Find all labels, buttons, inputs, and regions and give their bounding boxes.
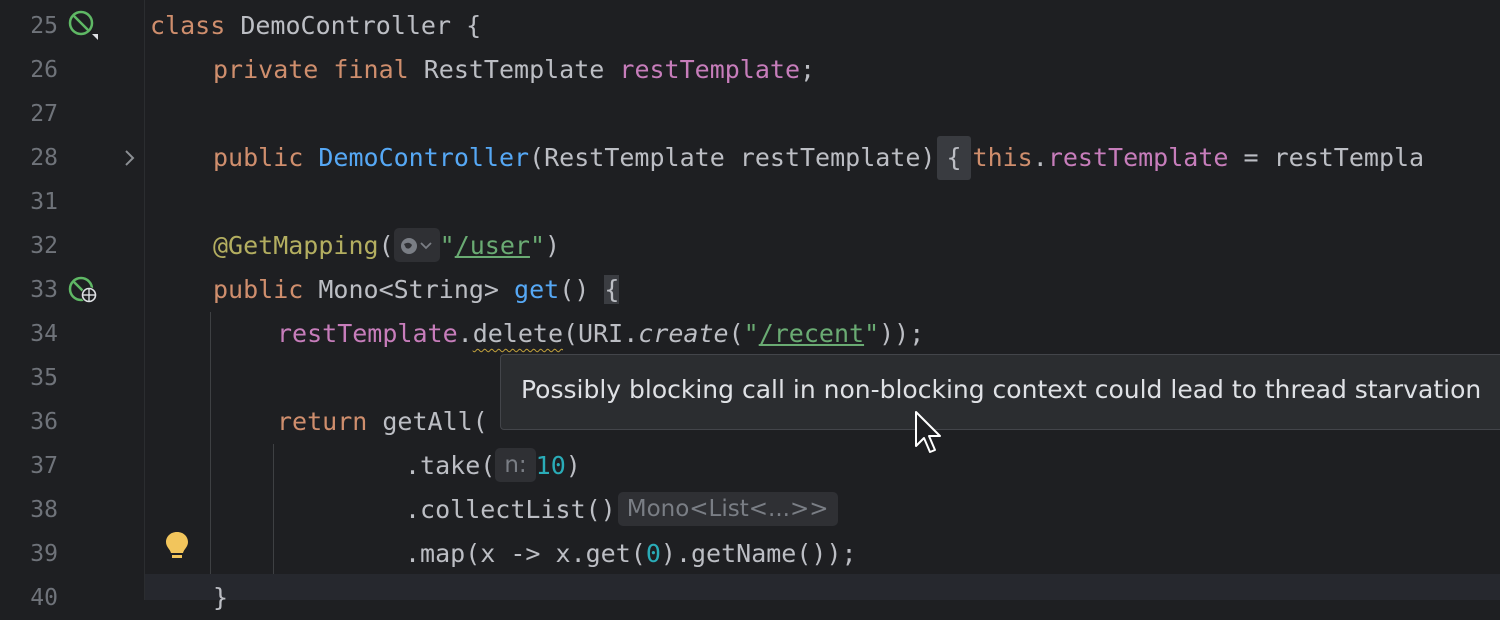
- paren: (: [728, 319, 744, 348]
- class-name: DemoController {: [240, 11, 482, 40]
- line-number: 32: [30, 233, 58, 259]
- code-line-39[interactable]: .map(x -> x.get(0).getName());: [405, 532, 857, 576]
- line-number: 27: [30, 101, 58, 127]
- paren: (: [378, 231, 394, 260]
- line-number: 37: [30, 453, 58, 479]
- line-number: 34: [30, 321, 58, 347]
- keyword: private final: [213, 55, 424, 84]
- code-line-33[interactable]: public Mono<String> get() {: [213, 268, 620, 312]
- tooltip-message: Possibly blocking call in non-blocking c…: [521, 375, 1482, 404]
- line-number: 28: [30, 145, 58, 171]
- annotation: @GetMapping: [213, 231, 379, 260]
- line-number: 31: [30, 189, 58, 215]
- semicolon: ;: [800, 55, 816, 84]
- line-number: 40: [30, 585, 58, 611]
- quote: ": [864, 319, 880, 348]
- quote: ": [743, 319, 759, 348]
- call-text: (URI.: [563, 319, 639, 348]
- code-line-32[interactable]: @GetMapping( "/user"): [213, 224, 560, 268]
- intention-bulb-icon[interactable]: [164, 530, 190, 564]
- quote: ": [439, 231, 455, 260]
- keyword: public: [213, 275, 319, 304]
- line-number: 25: [30, 13, 58, 39]
- line-number: 39: [30, 541, 58, 567]
- params: (RestTemplate restTemplate): [529, 143, 936, 172]
- field-name: restTemplate: [1047, 143, 1229, 172]
- type-hint[interactable]: Mono<List<...>>: [617, 492, 838, 526]
- dot: .: [457, 319, 473, 348]
- url-path-link[interactable]: /recent: [759, 319, 864, 348]
- method-call: .map(x -> x.get(: [405, 539, 646, 568]
- url-path-link[interactable]: /user: [455, 231, 530, 260]
- number-literal: 0: [645, 539, 661, 568]
- indent-guide: [273, 444, 274, 574]
- code-line-28[interactable]: public DemoController(RestTemplate restT…: [213, 136, 1424, 180]
- code-line-26[interactable]: private final RestTemplate restTemplate;: [213, 48, 815, 92]
- web-endpoint-icon[interactable]: [68, 276, 102, 306]
- code-line-25[interactable]: class DemoController {: [150, 4, 481, 48]
- line-number: 38: [30, 497, 58, 523]
- code-line-40[interactable]: }: [213, 576, 228, 620]
- method-name: get: [514, 275, 560, 304]
- string-literal: "/user": [440, 231, 545, 260]
- keyword: class: [150, 11, 241, 40]
- type-name: RestTemplate: [423, 55, 620, 84]
- field-name: restTemplate: [619, 55, 801, 84]
- paren: ): [565, 451, 581, 480]
- method-call: getAll(: [382, 407, 488, 436]
- mouse-cursor-icon: [915, 411, 941, 453]
- constructor-name: DemoController: [318, 143, 530, 172]
- paren: ): [545, 231, 561, 260]
- number-literal: 10: [535, 451, 566, 480]
- line-number: 26: [30, 57, 58, 83]
- string-literal: "/recent": [744, 319, 879, 348]
- web-request-globe-icon[interactable]: [393, 228, 440, 262]
- code-editor[interactable]: 25 26 27 28 31 32 33 34 35 36 37 38 39 4…: [0, 0, 1500, 612]
- method-call: .collectList(): [405, 495, 616, 524]
- statement-end: ));: [879, 319, 925, 348]
- assignment: = restTempla: [1228, 143, 1425, 172]
- dot: .: [1032, 143, 1048, 172]
- code-line-38[interactable]: .collectList() Mono<List<...>>: [405, 488, 838, 532]
- line-number: 36: [30, 409, 58, 435]
- line-number: 35: [30, 365, 58, 391]
- closing-brace: }: [213, 583, 229, 612]
- inspection-tooltip[interactable]: Possibly blocking call in non-blocking c…: [500, 354, 1500, 430]
- spring-bean-icon[interactable]: [68, 10, 100, 42]
- matched-brace: {: [604, 275, 620, 304]
- keyword: return: [277, 407, 383, 436]
- method-call: ).getName());: [660, 539, 857, 568]
- indent-guide: [210, 312, 211, 574]
- return-type: Mono<String>: [318, 275, 515, 304]
- code-line-36[interactable]: return getAll(: [277, 400, 488, 444]
- folded-code-chevron-icon[interactable]: [122, 148, 138, 168]
- method-call: .take(: [405, 451, 496, 480]
- quote: ": [529, 231, 546, 260]
- gutter-separator: [144, 0, 145, 600]
- code-line-34[interactable]: restTemplate.delete(URI.create("/recent"…: [277, 312, 924, 356]
- field-name: restTemplate: [277, 319, 458, 348]
- this-keyword: this: [972, 143, 1033, 172]
- folded-brace[interactable]: {: [937, 136, 971, 180]
- blocking-call-warning[interactable]: delete: [473, 319, 563, 348]
- parens: (): [559, 275, 605, 304]
- static-method: create: [638, 319, 729, 348]
- parameter-hint[interactable]: n:: [495, 448, 536, 482]
- code-line-37[interactable]: .take(n: 10): [405, 444, 581, 488]
- line-number: 33: [30, 277, 58, 303]
- keyword: public: [213, 143, 319, 172]
